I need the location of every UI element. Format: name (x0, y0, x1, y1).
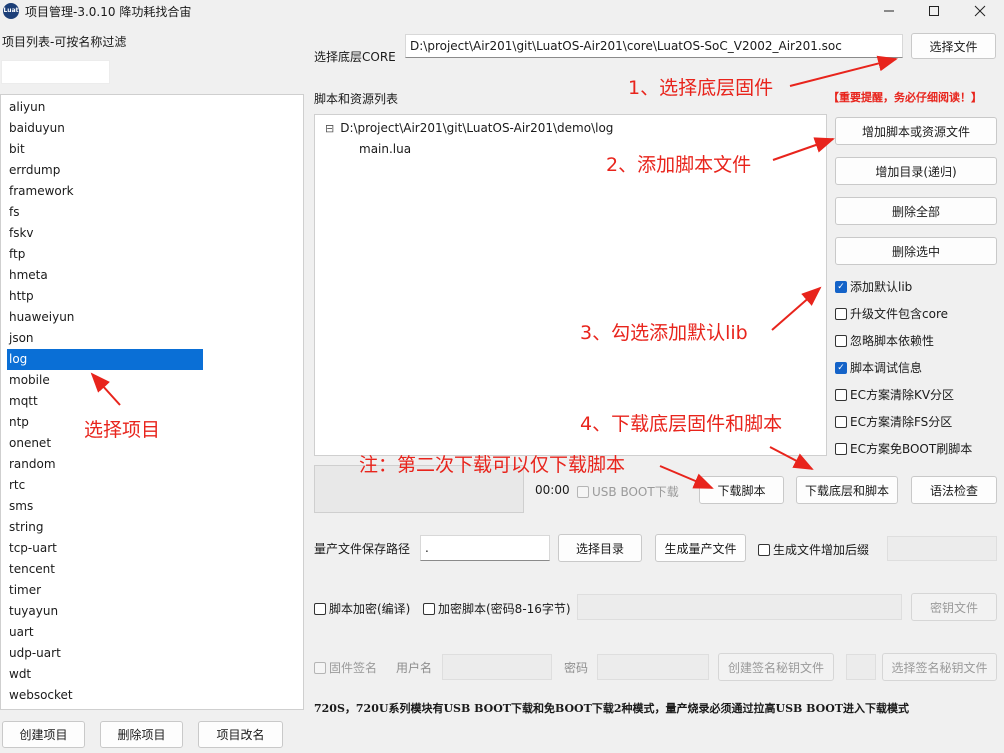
arrow-step3 (771, 286, 822, 331)
annotation-step4: 4、下载底层固件和脚本 (580, 413, 783, 435)
annotation-note: 注：第二次下载可以仅下载脚本 (359, 454, 626, 476)
annotation-arrows (90, 55, 898, 489)
arrow-step1 (789, 55, 898, 87)
arrow-step4 (769, 446, 814, 470)
annotation-step1: 1、选择底层固件 (628, 77, 774, 99)
annotation-step3: 3、勾选添加默认lib (580, 322, 748, 344)
annotation-select-project: 选择项目 (84, 419, 161, 441)
annotation-step2: 2、添加脚本文件 (606, 154, 752, 176)
annotation-warning: 【重要提醒，务必仔细阅读！】 (828, 91, 982, 104)
arrow-step2 (772, 137, 835, 161)
arrow-select-project (90, 372, 121, 406)
arrow-note (659, 465, 714, 489)
